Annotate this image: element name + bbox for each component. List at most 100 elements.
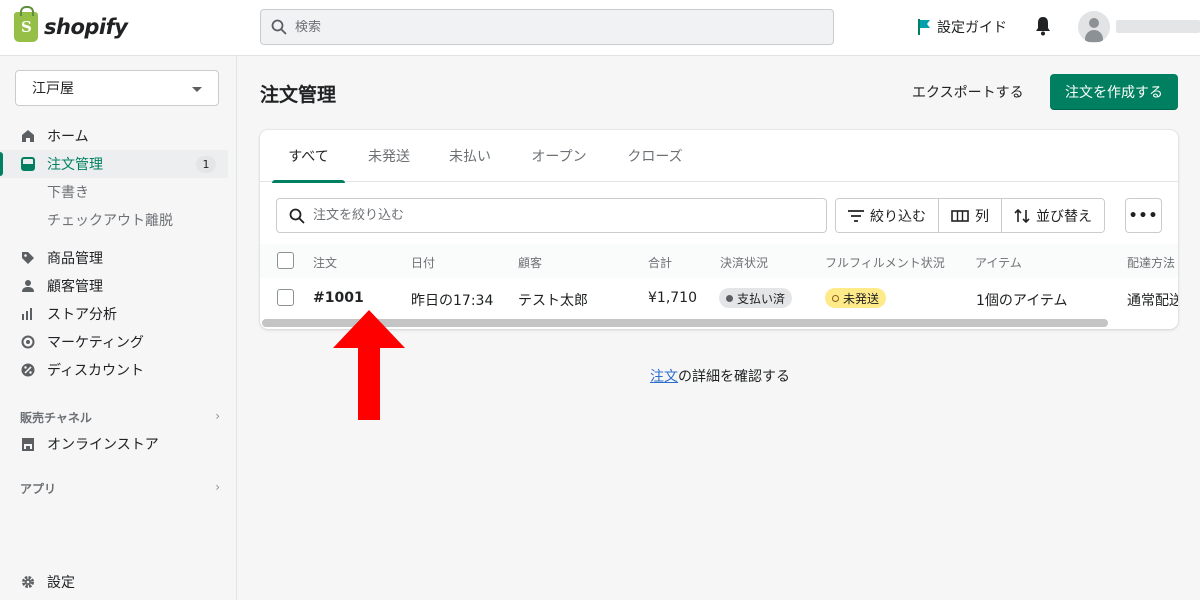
- column-header-order[interactable]: 注文: [313, 254, 337, 271]
- sidebar-item-label: チェックアウト離脱: [47, 213, 173, 229]
- sidebar-item-label: マーケティング: [47, 335, 144, 351]
- apps-section[interactable]: アプリ ›: [20, 480, 220, 497]
- sidebar: 江戸屋 ホーム 注文管理 1 下書き チェックアウト離脱 商品管理 顧客管理 ス…: [0, 56, 237, 600]
- order-customer: テスト太郎: [518, 293, 588, 309]
- order-items[interactable]: 1個のアイテム: [976, 290, 1068, 310]
- sidebar-item-orders[interactable]: 注文管理 1: [0, 150, 228, 178]
- setup-guide-button[interactable]: 設定ガイド: [917, 17, 1007, 37]
- fulfillment-status-badge: 未発送: [825, 288, 887, 308]
- chevron-right-icon: ›: [215, 409, 220, 423]
- shopify-bag-icon: [14, 6, 38, 42]
- sales-channels-title: 販売チャネル: [20, 411, 92, 425]
- tab-open[interactable]: オープン: [519, 130, 599, 182]
- home-icon: [20, 128, 36, 144]
- help-text: の詳細を確認する: [678, 369, 790, 385]
- global-search[interactable]: [260, 9, 834, 45]
- orders-help-link[interactable]: 注文: [650, 369, 678, 385]
- tag-icon: [20, 250, 36, 266]
- sidebar-item-analytics[interactable]: ストア分析: [0, 300, 228, 328]
- sidebar-item-label: 商品管理: [47, 251, 103, 267]
- tab-all[interactable]: すべて: [272, 130, 345, 183]
- sidebar-item-label: ディスカウント: [47, 363, 145, 379]
- bar-chart-icon: [20, 306, 36, 322]
- discount-icon: [20, 362, 36, 378]
- sidebar-item-customers[interactable]: 顧客管理: [0, 272, 228, 300]
- sidebar-item-label: 設定: [47, 575, 75, 591]
- columns-icon: [951, 209, 969, 222]
- avatar[interactable]: [1078, 11, 1110, 43]
- orders-icon: [20, 156, 36, 172]
- apps-title: アプリ: [20, 482, 57, 496]
- tab-unfulfilled[interactable]: 未発送: [356, 130, 422, 182]
- sidebar-item-settings[interactable]: 設定: [0, 568, 228, 596]
- column-header-customer[interactable]: 顧客: [518, 254, 542, 271]
- order-delivery: 通常配送: [1127, 293, 1178, 309]
- sidebar-item-drafts[interactable]: 下書き: [0, 178, 228, 206]
- bell-icon[interactable]: [1034, 16, 1052, 36]
- sidebar-item-label: オンラインストア: [47, 437, 159, 453]
- sidebar-item-label: 下書き: [47, 185, 89, 201]
- order-number[interactable]: #1001: [313, 290, 364, 306]
- column-header-payment-status[interactable]: 決済状況: [720, 254, 768, 271]
- tab-closed[interactable]: クローズ: [615, 130, 695, 182]
- person-icon: [20, 278, 36, 294]
- caret-down-icon: [192, 87, 202, 92]
- sales-channels-section[interactable]: 販売チャネル ›: [20, 409, 220, 426]
- flag-icon: [917, 19, 931, 35]
- order-filter-input[interactable]: [313, 208, 813, 223]
- sidebar-item-marketing[interactable]: マーケティング: [0, 328, 228, 356]
- chevron-right-icon: ›: [215, 480, 220, 494]
- export-button[interactable]: エクスポートする: [900, 74, 1036, 110]
- top-bar: shopify 設定ガイド: [0, 0, 1200, 56]
- sidebar-item-label: ストア分析: [47, 307, 117, 323]
- search-icon: [271, 19, 287, 35]
- orders-count-badge: 1: [196, 156, 216, 173]
- row-checkbox[interactable]: [277, 289, 294, 306]
- sidebar-item-label: ホーム: [47, 129, 89, 145]
- fulfillment-status-label: 未発送: [843, 291, 880, 306]
- status-ring-icon: [832, 294, 839, 302]
- column-header-total[interactable]: 合計: [648, 254, 672, 271]
- column-header-items[interactable]: アイテム: [975, 254, 1022, 271]
- more-actions-button[interactable]: •••: [1125, 198, 1162, 233]
- search-input[interactable]: [295, 19, 795, 35]
- sidebar-item-discounts[interactable]: ディスカウント: [0, 356, 228, 384]
- table-header: 注文 日付 顧客 合計 決済状況 フルフィルメント状況 アイテム 配達方法: [260, 244, 1178, 278]
- columns-button[interactable]: 列: [939, 199, 1002, 232]
- order-total: ¥1,710: [648, 290, 697, 306]
- filter-button[interactable]: 絞り込む: [836, 199, 939, 232]
- gear-icon: [20, 574, 36, 590]
- shopify-logo[interactable]: shopify: [14, 6, 128, 42]
- payment-status-badge: 支払い済: [719, 288, 793, 308]
- order-filter[interactable]: [276, 198, 827, 233]
- page-title: 注文管理: [260, 84, 337, 106]
- sort-button-label: 並び替え: [1036, 208, 1092, 225]
- store-icon: [20, 436, 36, 452]
- payment-status-label: 支払い済: [737, 291, 786, 306]
- setup-guide-label: 設定ガイド: [937, 20, 1007, 36]
- user-name-redacted[interactable]: [1116, 20, 1200, 33]
- sidebar-item-label: 注文管理: [47, 157, 103, 173]
- column-header-fulfillment-status[interactable]: フルフィルメント状況: [825, 254, 945, 271]
- red-up-arrow-annotation: [333, 310, 405, 420]
- sort-icon: [1014, 208, 1030, 223]
- sidebar-item-online-store[interactable]: オンラインストア: [0, 430, 228, 458]
- sidebar-item-abandoned-checkouts[interactable]: チェックアウト離脱: [0, 206, 228, 234]
- sidebar-item-products[interactable]: 商品管理: [0, 244, 228, 272]
- brand-name: shopify: [44, 15, 128, 39]
- sidebar-item-label: 顧客管理: [47, 279, 103, 295]
- sidebar-item-home[interactable]: ホーム: [0, 122, 228, 150]
- select-all-checkbox[interactable]: [277, 252, 294, 269]
- search-icon: [289, 208, 305, 223]
- tab-unpaid[interactable]: 未払い: [437, 130, 503, 182]
- store-selector[interactable]: 江戸屋: [15, 70, 219, 106]
- sort-button[interactable]: 並び替え: [1002, 199, 1104, 232]
- target-icon: [20, 334, 36, 350]
- order-tabs: すべて 未発送 未払い オープン クローズ: [260, 130, 1178, 183]
- create-order-button[interactable]: 注文を作成する: [1050, 74, 1178, 110]
- orders-card: すべて 未発送 未払い オープン クローズ 絞り込む 列 並び替え ••• 注文…: [260, 130, 1178, 329]
- column-header-date[interactable]: 日付: [411, 254, 435, 271]
- status-dot-icon: [726, 294, 733, 302]
- column-header-delivery[interactable]: 配達方法: [1127, 254, 1175, 271]
- filter-icon: [848, 209, 864, 222]
